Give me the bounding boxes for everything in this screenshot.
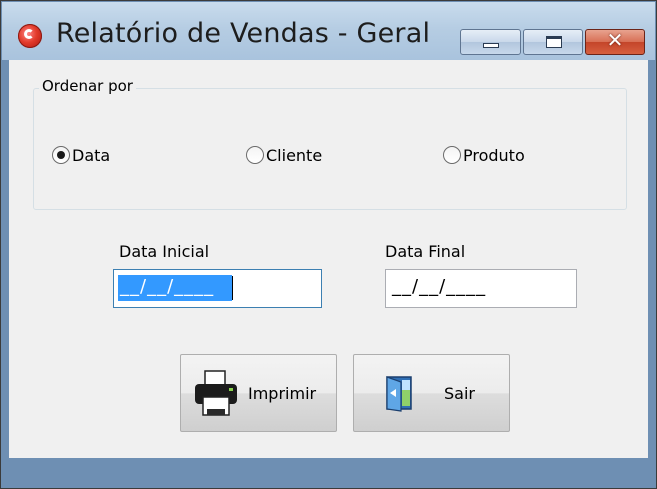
radio-circle[interactable] (443, 146, 461, 164)
radio-circle[interactable] (52, 146, 70, 164)
maximize-button[interactable] (523, 29, 583, 55)
radio-label[interactable]: Data (72, 146, 110, 165)
window-title: Relatório de Vendas - Geral (56, 18, 431, 49)
radio-produto[interactable]: Produto (443, 145, 563, 167)
radio-data[interactable]: Data (52, 145, 142, 167)
radio-label[interactable]: Cliente (266, 146, 322, 165)
radio-selected-dot (57, 151, 65, 159)
minimize-button[interactable] (460, 29, 521, 55)
app-icon[interactable] (18, 24, 42, 48)
final-date-input[interactable]: __/__/____ (385, 269, 577, 308)
final-date-value: __/__/____ (392, 276, 487, 297)
minimize-icon (483, 43, 499, 48)
radio-label[interactable]: Produto (463, 146, 525, 165)
exit-button-label: Sair (444, 384, 475, 403)
text-caret (232, 276, 233, 300)
sort-group-label: Ordenar por (39, 77, 136, 95)
printer-icon (195, 370, 237, 416)
initial-date-input[interactable]: __/__/____ (113, 269, 322, 308)
exit-button[interactable]: Sair (353, 354, 510, 432)
radio-circle[interactable] (246, 146, 264, 164)
radio-cliente[interactable]: Cliente (246, 145, 356, 167)
initial-date-label: Data Inicial (119, 242, 210, 261)
print-button-label: Imprimir (248, 384, 317, 403)
close-button[interactable]: ✕ (585, 28, 645, 55)
final-date-label: Data Final (385, 242, 466, 261)
title-bar[interactable]: Relatório de Vendas - Geral ✕ (2, 2, 655, 60)
initial-date-value: __/__/____ (120, 276, 215, 297)
maximize-icon (546, 36, 562, 48)
form-body: Ordenar por Data Cliente Produto Data In… (9, 60, 648, 458)
door-exit-icon (386, 376, 412, 412)
close-icon: ✕ (606, 28, 624, 52)
report-window: Relatório de Vendas - Geral ✕ Ordenar po… (0, 0, 657, 489)
print-button[interactable]: Imprimir (180, 354, 337, 432)
